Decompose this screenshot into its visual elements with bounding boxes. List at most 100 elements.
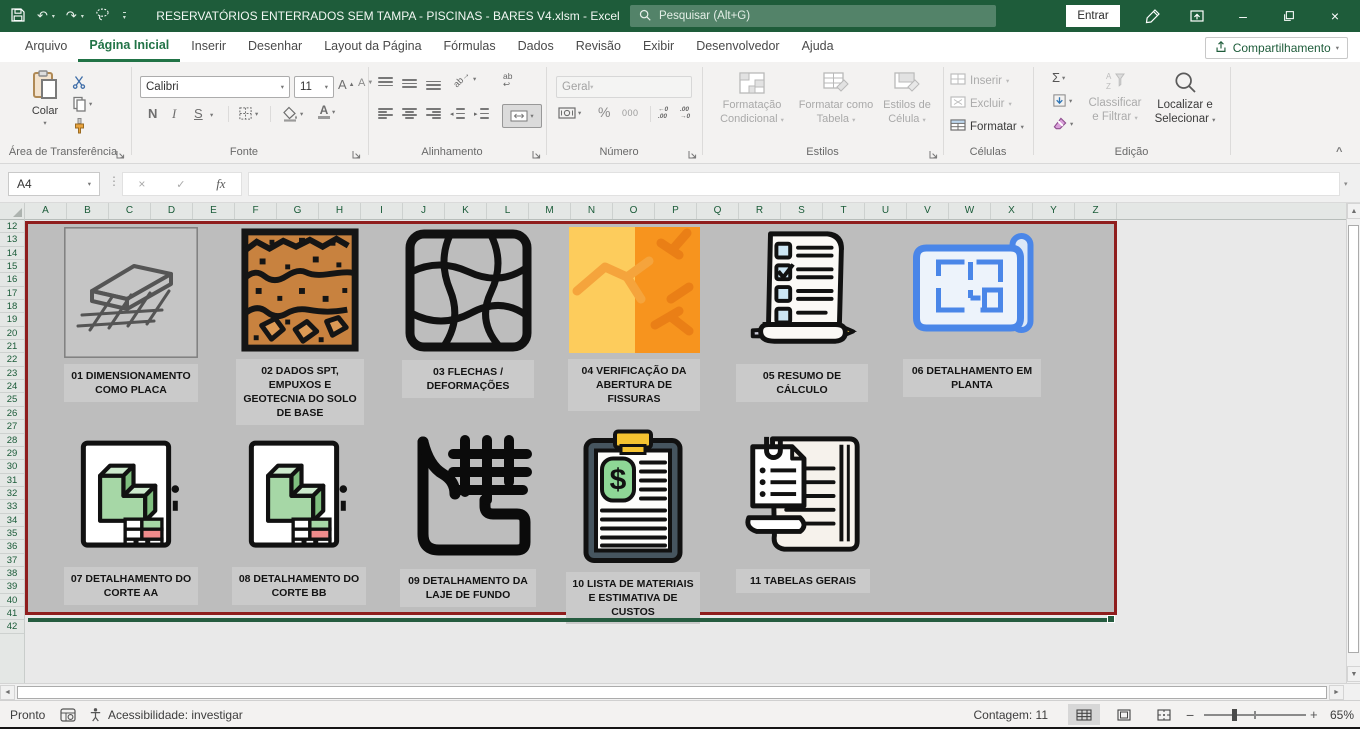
- row-header-17[interactable]: 17: [0, 287, 24, 300]
- column-header-T[interactable]: T: [823, 203, 865, 219]
- column-header-D[interactable]: D: [151, 203, 193, 219]
- row-header-15[interactable]: 15: [0, 260, 24, 273]
- deformation-mesh-icon[interactable]: [403, 227, 534, 354]
- row-header-34[interactable]: 34: [0, 514, 24, 527]
- column-header-S[interactable]: S: [781, 203, 823, 219]
- row-header-31[interactable]: 31: [0, 474, 24, 487]
- clipboard-dialog-launcher-icon[interactable]: [116, 148, 125, 157]
- undo-dropdown-icon[interactable]: ▾: [52, 13, 55, 20]
- row-header-27[interactable]: 27: [0, 420, 24, 433]
- confirm-entry-icon[interactable]: ✓: [176, 178, 185, 191]
- copy-button[interactable]: ▾: [72, 96, 92, 112]
- row-header-22[interactable]: 22: [0, 353, 24, 366]
- insert-function-icon[interactable]: fx: [216, 176, 225, 192]
- tab-exibir[interactable]: Exibir: [632, 32, 685, 62]
- align-middle-icon[interactable]: [402, 77, 417, 90]
- search-box[interactable]: Pesquisar (Alt+G): [630, 5, 996, 27]
- blueprint-icon[interactable]: [904, 228, 1040, 353]
- collapse-ribbon-icon[interactable]: ^: [1336, 146, 1342, 158]
- row-header-38[interactable]: 38: [0, 567, 24, 580]
- row-header-14[interactable]: 14: [0, 247, 24, 260]
- tab-formulas[interactable]: Fórmulas: [433, 32, 507, 62]
- cost-list-icon[interactable]: $: [581, 428, 685, 566]
- redo-dropdown-icon[interactable]: ▾: [81, 13, 84, 20]
- page-break-view-button[interactable]: [1148, 704, 1180, 725]
- fill-dropdown-icon[interactable]: ▾: [1069, 97, 1072, 105]
- column-header-G[interactable]: G: [277, 203, 319, 219]
- font-name-combo[interactable]: Calibri▾: [140, 76, 290, 98]
- row-header-23[interactable]: 23: [0, 367, 24, 380]
- column-header-V[interactable]: V: [907, 203, 949, 219]
- tile-05[interactable]: 05 RESUMO DE CÁLCULO: [736, 225, 868, 402]
- row-header-35[interactable]: 35: [0, 527, 24, 540]
- column-header-K[interactable]: K: [445, 203, 487, 219]
- styles-dialog-launcher-icon[interactable]: [929, 148, 938, 157]
- decrease-indent-icon[interactable]: ◂: [450, 108, 465, 119]
- row-header-18[interactable]: 18: [0, 300, 24, 313]
- column-header-X[interactable]: X: [991, 203, 1033, 219]
- vertical-scroll-thumb[interactable]: [1348, 225, 1359, 653]
- alignment-dialog-launcher-icon[interactable]: [532, 148, 541, 157]
- normal-view-button[interactable]: [1068, 704, 1100, 725]
- merge-center-button[interactable]: ▾: [502, 104, 542, 128]
- tab-desenhar[interactable]: Desenhar: [237, 32, 313, 62]
- row-header-28[interactable]: 28: [0, 434, 24, 447]
- column-header-E[interactable]: E: [193, 203, 235, 219]
- delete-cells-button[interactable]: Excluir▾: [950, 95, 1012, 112]
- sign-in-button[interactable]: Entrar: [1066, 5, 1120, 27]
- row-header-42[interactable]: 42: [0, 620, 24, 633]
- tile-06[interactable]: 06 DETALHAMENTO EM PLANTA: [903, 228, 1041, 397]
- merge-center-dropdown-icon[interactable]: ▾: [530, 112, 533, 120]
- sort-filter-button[interactable]: AZ Classificare Filtrar ▾: [1084, 70, 1146, 126]
- zoom-out-icon[interactable]: −: [1186, 701, 1194, 728]
- accounting-dropdown-icon[interactable]: ▾: [578, 109, 581, 117]
- macro-record-icon[interactable]: [60, 701, 76, 728]
- ink-pen-icon[interactable]: [1138, 0, 1168, 32]
- column-header-C[interactable]: C: [109, 203, 151, 219]
- font-size-combo[interactable]: 11▾: [294, 76, 334, 98]
- italic-button[interactable]: I: [172, 106, 176, 122]
- font-color-dropdown-icon[interactable]: ▾: [332, 108, 335, 116]
- column-header-O[interactable]: O: [613, 203, 655, 219]
- page-layout-view-button[interactable]: [1108, 704, 1140, 725]
- autosum-button[interactable]: Σ▾: [1052, 70, 1065, 85]
- formula-bar-expand-icon[interactable]: ▾: [1344, 180, 1348, 188]
- orientation-dropdown-icon[interactable]: ▾: [473, 75, 476, 83]
- tab-ajuda[interactable]: Ajuda: [791, 32, 845, 62]
- row-header-41[interactable]: 41: [0, 607, 24, 620]
- column-header-M[interactable]: M: [529, 203, 571, 219]
- conditional-formatting-button[interactable]: FormataçãoCondicional ▾: [708, 72, 796, 128]
- column-header-Q[interactable]: Q: [697, 203, 739, 219]
- borders-dropdown-icon[interactable]: ▾: [255, 110, 258, 118]
- increase-indent-icon[interactable]: ▸: [474, 108, 489, 119]
- cut-button[interactable]: [72, 75, 86, 89]
- fill-color-dropdown-icon[interactable]: ▾: [300, 110, 303, 118]
- number-format-combo[interactable]: Geral▾: [556, 76, 692, 98]
- increase-font-icon[interactable]: A▲: [338, 77, 355, 92]
- align-bottom-icon[interactable]: [426, 77, 441, 90]
- scroll-left-icon[interactable]: ◄: [0, 685, 15, 700]
- percent-style-button[interactable]: %: [598, 104, 610, 120]
- column-header-Y[interactable]: Y: [1033, 203, 1075, 219]
- decrease-decimal-icon[interactable]: .00→0: [680, 106, 690, 120]
- tab-arquivo[interactable]: Arquivo: [14, 32, 78, 62]
- bold-button[interactable]: N: [148, 106, 157, 121]
- zoom-slider-handle[interactable]: [1232, 709, 1237, 721]
- selection-fill-handle[interactable]: [1107, 615, 1115, 623]
- row-header-37[interactable]: 37: [0, 554, 24, 567]
- increase-decimal-icon[interactable]: ←0.00: [658, 106, 668, 120]
- tile-09[interactable]: 09 DETALHAMENTO DA LAJE DE FUNDO: [400, 430, 536, 607]
- tile-08[interactable]: 08 DETALHAMENTO DO CORTE BB: [232, 428, 366, 605]
- save-icon[interactable]: [10, 7, 26, 26]
- row-header-25[interactable]: 25: [0, 393, 24, 406]
- format-as-table-button[interactable]: Formatar comoTabela ▾: [792, 72, 880, 128]
- column-header-A[interactable]: A: [25, 203, 67, 219]
- row-header-20[interactable]: 20: [0, 327, 24, 340]
- tab-layout-da-pagina[interactable]: Layout da Página: [313, 32, 432, 62]
- tile-10[interactable]: $10 LISTA DE MATERIAIS E ESTIMATIVA DE C…: [566, 428, 700, 624]
- cell-styles-button[interactable]: Estilos deCélula ▾: [874, 72, 940, 128]
- section-cut-icon[interactable]: [75, 428, 187, 561]
- minimize-button[interactable]: –: [1228, 0, 1258, 32]
- row-header-12[interactable]: 12: [0, 220, 24, 233]
- clear-dropdown-icon[interactable]: ▾: [1070, 120, 1073, 128]
